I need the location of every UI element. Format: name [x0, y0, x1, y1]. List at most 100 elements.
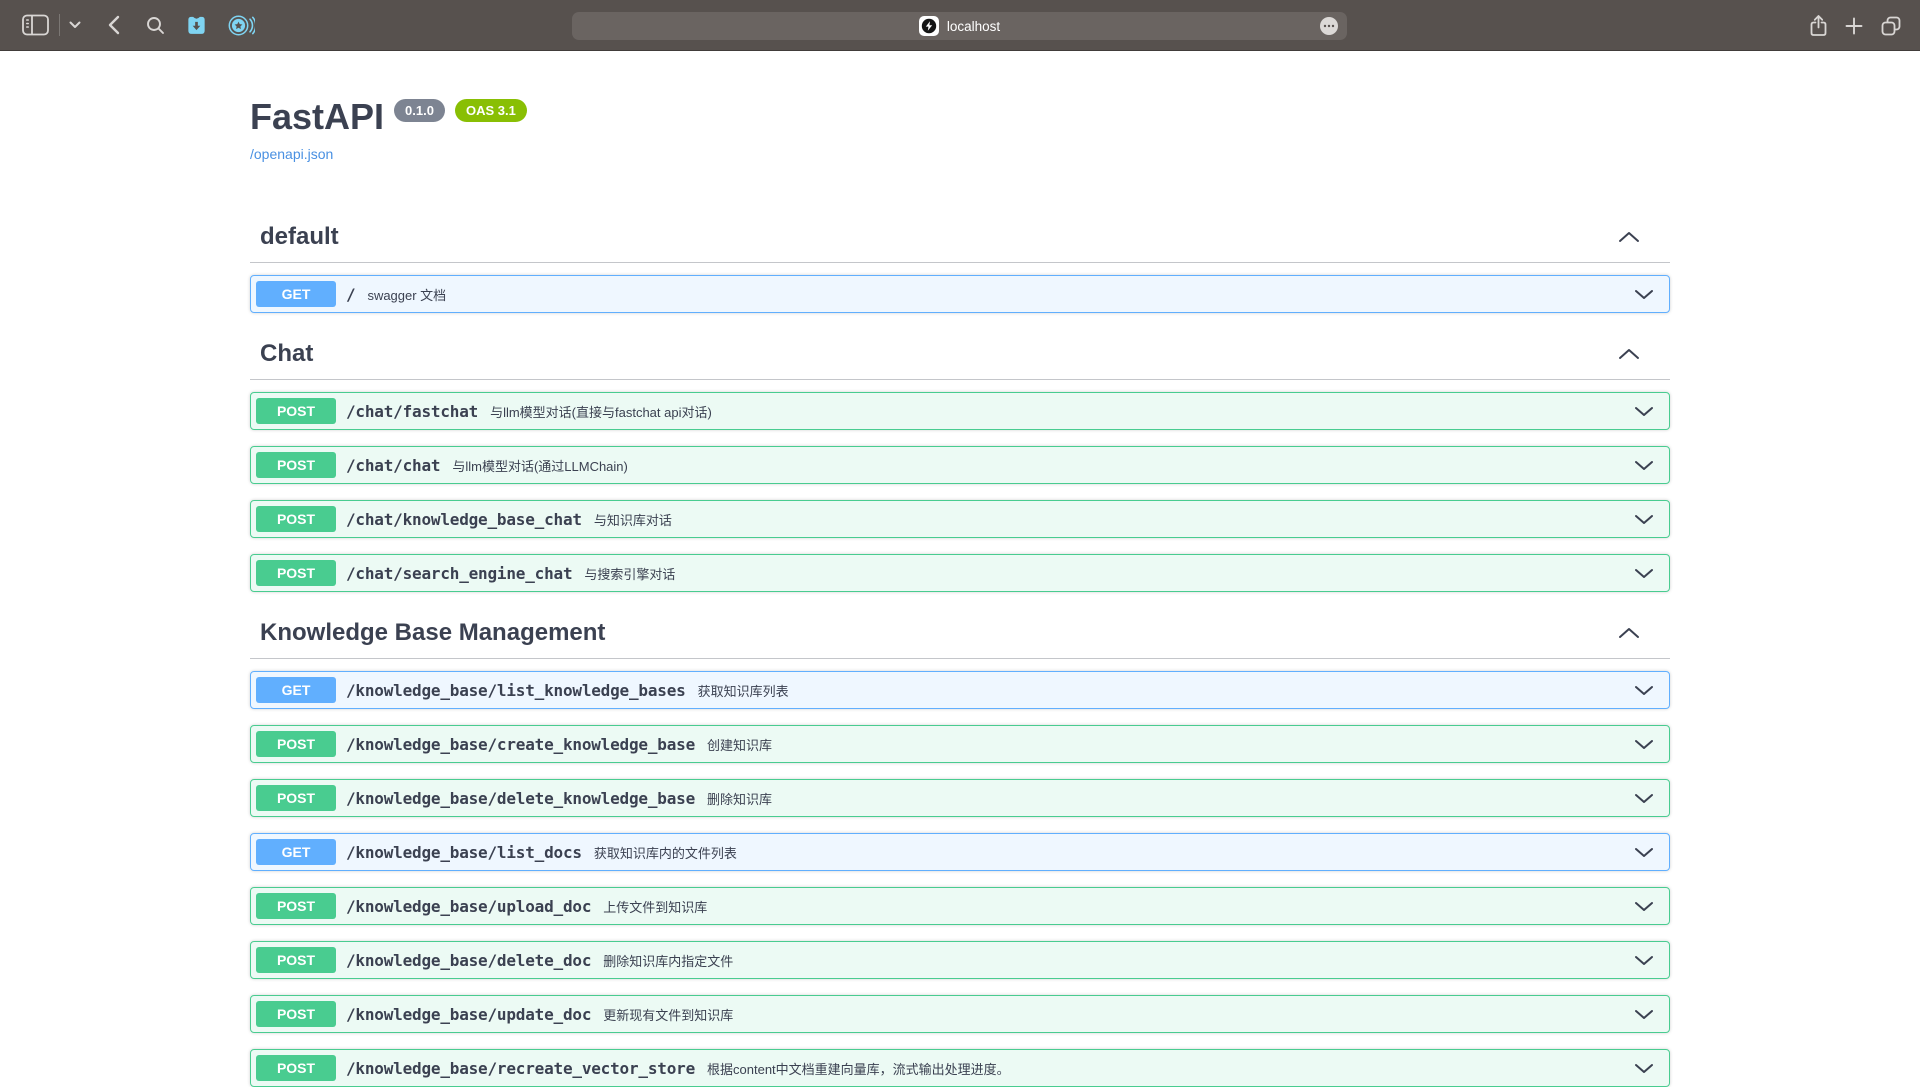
share-button[interactable]: [1809, 14, 1828, 38]
api-tag-section: Chat POST /chat/fastchat 与llm模型对话(直接与fas…: [250, 329, 1670, 592]
operation-path: /chat/search_engine_chat: [346, 564, 572, 583]
sidebar-menu-button[interactable]: [69, 21, 81, 29]
operation-expand-button[interactable]: [1634, 901, 1654, 912]
http-method-badge: POST: [256, 785, 336, 811]
operation-path: /knowledge_base/recreate_vector_store: [346, 1059, 695, 1078]
operation-description: 与llm模型对话(直接与fastchat api对话): [490, 402, 712, 421]
http-method-badge: POST: [256, 398, 336, 424]
api-operation-row[interactable]: GET /knowledge_base/list_docs 获取知识库内的文件列…: [250, 833, 1670, 871]
operation-expand-button[interactable]: [1634, 568, 1654, 579]
sidebar-toggle-button[interactable]: [22, 14, 49, 36]
operation-path: /chat/knowledge_base_chat: [346, 510, 582, 529]
operation-expand-button[interactable]: [1634, 514, 1654, 525]
toolbar-right-group: [1809, 0, 1902, 51]
api-tag-section: Knowledge Base Management GET /knowledge…: [250, 608, 1670, 1087]
chevron-down-icon: [1634, 1063, 1654, 1074]
operation-description: swagger 文档: [367, 285, 446, 304]
section-operations: GET /knowledge_base/list_knowledge_bases…: [250, 659, 1670, 1087]
http-method-badge: POST: [256, 893, 336, 919]
http-method-badge: POST: [256, 1001, 336, 1027]
address-bar[interactable]: localhost: [572, 12, 1347, 40]
chevron-down-icon: [1634, 955, 1654, 966]
clip-extension-button[interactable]: [185, 14, 208, 37]
operation-description: 删除知识库: [707, 789, 772, 808]
clip-extension-icon: [185, 14, 208, 37]
operation-description: 与llm模型对话(通过LLMChain): [452, 456, 628, 475]
section-operations: GET / swagger 文档: [250, 263, 1670, 313]
api-tag-section: default GET / swagger 文档: [250, 212, 1670, 313]
operation-description: 创建知识库: [707, 735, 772, 754]
browser-toolbar: localhost: [0, 0, 1920, 51]
chevron-down-icon: [69, 21, 81, 29]
operation-path: /knowledge_base/create_knowledge_base: [346, 735, 695, 754]
chevron-down-icon: [1634, 460, 1654, 471]
operation-expand-button[interactable]: [1634, 793, 1654, 804]
chevron-down-icon: [1634, 406, 1654, 417]
version-badge: 0.1.0: [394, 99, 445, 122]
sidebar-icon: [22, 14, 49, 36]
operation-expand-button[interactable]: [1634, 847, 1654, 858]
operation-expand-button[interactable]: [1634, 1009, 1654, 1020]
openapi-spec-link[interactable]: /openapi.json: [250, 146, 333, 162]
api-operation-row[interactable]: POST /chat/search_engine_chat 与搜索引擎对话: [250, 554, 1670, 592]
section-header[interactable]: Knowledge Base Management: [250, 608, 1670, 659]
operation-description: 上传文件到知识库: [603, 897, 707, 916]
section-header[interactable]: default: [250, 212, 1670, 263]
api-operation-row[interactable]: POST /chat/chat 与llm模型对话(通过LLMChain): [250, 446, 1670, 484]
api-info-block: FastAPI 0.1.0 OAS 3.1 /openapi.json: [250, 97, 1670, 164]
chevron-down-icon: [1634, 685, 1654, 696]
search-icon: [146, 16, 165, 35]
operation-path: /chat/fastchat: [346, 402, 478, 421]
api-operation-row[interactable]: POST /knowledge_base/upload_doc 上传文件到知识库: [250, 887, 1670, 925]
section-collapse-button[interactable]: [1618, 348, 1640, 360]
http-method-badge: POST: [256, 1055, 336, 1081]
back-button[interactable]: [107, 15, 120, 35]
chevron-down-icon: [1634, 1009, 1654, 1020]
toolbar-divider: [59, 14, 60, 36]
chevron-down-icon: [1634, 289, 1654, 300]
tab-overview-button[interactable]: [1880, 15, 1902, 37]
api-operation-row[interactable]: POST /knowledge_base/delete_knowledge_ba…: [250, 779, 1670, 817]
http-method-badge: GET: [256, 677, 336, 703]
operation-expand-button[interactable]: [1634, 1063, 1654, 1074]
api-operation-row[interactable]: POST /knowledge_base/update_doc 更新现有文件到知…: [250, 995, 1670, 1033]
chevron-down-icon: [1634, 901, 1654, 912]
operation-path: /knowledge_base/update_doc: [346, 1005, 591, 1024]
section-header[interactable]: Chat: [250, 329, 1670, 380]
api-operation-row[interactable]: GET / swagger 文档: [250, 275, 1670, 313]
api-operation-row[interactable]: POST /chat/knowledge_base_chat 与知识库对话: [250, 500, 1670, 538]
api-operation-row[interactable]: GET /knowledge_base/list_knowledge_bases…: [250, 671, 1670, 709]
api-operation-row[interactable]: POST /knowledge_base/delete_doc 删除知识库内指定…: [250, 941, 1670, 979]
operation-expand-button[interactable]: [1634, 955, 1654, 966]
api-sections: default GET / swagger 文档 Chat: [250, 212, 1670, 1087]
operation-path: /chat/chat: [346, 456, 440, 475]
operation-path: /knowledge_base/list_knowledge_bases: [346, 681, 686, 700]
chevron-up-icon: [1618, 231, 1640, 243]
operation-expand-button[interactable]: [1634, 685, 1654, 696]
page-menu-button[interactable]: [1320, 17, 1338, 35]
section-title: default: [260, 222, 339, 252]
page-title: FastAPI 0.1.0 OAS 3.1: [250, 97, 1670, 137]
api-operation-row[interactable]: POST /chat/fastchat 与llm模型对话(直接与fastchat…: [250, 392, 1670, 430]
operation-description: 与搜索引擎对话: [584, 564, 675, 583]
operation-expand-button[interactable]: [1634, 406, 1654, 417]
operation-expand-button[interactable]: [1634, 739, 1654, 750]
section-collapse-button[interactable]: [1618, 627, 1640, 639]
http-method-badge: GET: [256, 281, 336, 307]
section-collapse-button[interactable]: [1618, 231, 1640, 243]
search-button[interactable]: [146, 16, 165, 35]
live-extension-button[interactable]: [228, 14, 255, 37]
http-method-badge: POST: [256, 506, 336, 532]
operation-description: 与知识库对话: [594, 510, 672, 529]
api-operation-row[interactable]: POST /knowledge_base/recreate_vector_sto…: [250, 1049, 1670, 1087]
api-operation-row[interactable]: POST /knowledge_base/create_knowledge_ba…: [250, 725, 1670, 763]
section-title: Chat: [260, 339, 313, 369]
http-method-badge: POST: [256, 560, 336, 586]
swagger-page: FastAPI 0.1.0 OAS 3.1 /openapi.json defa…: [230, 97, 1690, 1087]
operation-expand-button[interactable]: [1634, 460, 1654, 471]
operation-expand-button[interactable]: [1634, 289, 1654, 300]
new-tab-button[interactable]: [1845, 17, 1863, 35]
operation-path: /: [346, 285, 355, 304]
operation-description: 根据content中文档重建向量库，流式输出处理进度。: [707, 1059, 1010, 1078]
section-operations: POST /chat/fastchat 与llm模型对话(直接与fastchat…: [250, 380, 1670, 592]
